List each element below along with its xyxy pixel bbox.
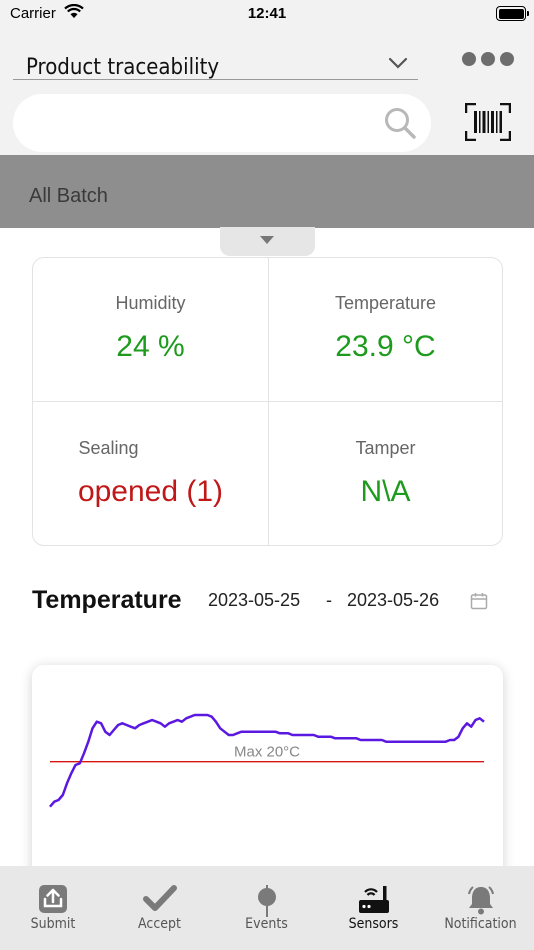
tab-submit[interactable]: Submit bbox=[0, 866, 106, 950]
tab-events[interactable]: Events bbox=[213, 866, 320, 950]
tamper-label: Tamper bbox=[355, 438, 416, 458]
temperature-cell: Temperature 23.9 °C bbox=[268, 258, 503, 402]
tab-label: Accept bbox=[138, 916, 181, 932]
tab-label: Submit bbox=[30, 916, 76, 932]
header: Product traceability bbox=[0, 30, 534, 158]
chevron-down-icon bbox=[388, 56, 408, 74]
status-bar: Carrier 12:41 bbox=[0, 0, 534, 30]
tab-label: Sensors bbox=[348, 916, 399, 932]
barcode-scan-icon[interactable] bbox=[464, 102, 512, 146]
calendar-icon[interactable] bbox=[470, 592, 488, 615]
module-dropdown[interactable]: Product traceability bbox=[13, 40, 418, 80]
sealing-cell: Sealing opened (1) bbox=[33, 402, 268, 546]
date-start[interactable]: 2023-05-25 bbox=[208, 590, 300, 611]
tamper-value: N\A bbox=[360, 475, 411, 508]
batch-filter-label: All Batch bbox=[29, 185, 108, 207]
tab-label: Notification bbox=[444, 916, 517, 932]
tamper-cell: Tamper N\A bbox=[268, 402, 503, 546]
humidity-cell: Humidity 24 % bbox=[33, 258, 268, 402]
sealing-value: opened (1) bbox=[77, 475, 224, 508]
temperature-value: 23.9 °C bbox=[335, 330, 436, 363]
threshold-label: Max 20°C bbox=[234, 744, 300, 761]
series-line bbox=[49, 713, 485, 808]
humidity-value: 24 % bbox=[116, 330, 185, 363]
date-end[interactable]: 2023-05-26 bbox=[347, 590, 439, 611]
date-separator: - bbox=[326, 590, 332, 610]
tab-notification[interactable]: Notification bbox=[427, 866, 534, 950]
chart-canvas: Max 20°C bbox=[49, 713, 485, 808]
dropdown-label: Product traceability bbox=[26, 55, 220, 80]
pin-icon bbox=[213, 884, 320, 917]
clock: 12:41 bbox=[247, 5, 287, 22]
sealing-label: Sealing bbox=[78, 438, 139, 458]
search-input[interactable] bbox=[13, 94, 431, 152]
collapse-handle[interactable] bbox=[220, 227, 315, 256]
caret-down-icon bbox=[260, 236, 274, 244]
battery-icon bbox=[496, 6, 529, 21]
tab-sensors[interactable]: Sensors bbox=[320, 866, 427, 950]
batch-filter-overlay[interactable]: All Batch bbox=[0, 155, 534, 228]
tab-label: Events bbox=[245, 916, 288, 932]
check-icon bbox=[106, 884, 213, 916]
humidity-label: Humidity bbox=[115, 293, 186, 313]
chart-title: Temperature bbox=[32, 586, 182, 614]
temperature-label: Temperature bbox=[334, 293, 437, 313]
upload-icon bbox=[0, 884, 106, 916]
tab-accept[interactable]: Accept bbox=[106, 866, 213, 950]
bottom-tab-bar: Submit Accept Events Sensors Notificatio… bbox=[0, 866, 534, 950]
more-icon[interactable] bbox=[462, 52, 517, 66]
temperature-chart: Max 20°C bbox=[32, 665, 503, 895]
bell-icon bbox=[427, 884, 534, 916]
search-icon[interactable] bbox=[383, 106, 417, 145]
sensor-router-icon bbox=[320, 884, 427, 916]
sensor-summary-grid: Humidity 24 % Temperature 23.9 °C Sealin… bbox=[32, 257, 503, 546]
